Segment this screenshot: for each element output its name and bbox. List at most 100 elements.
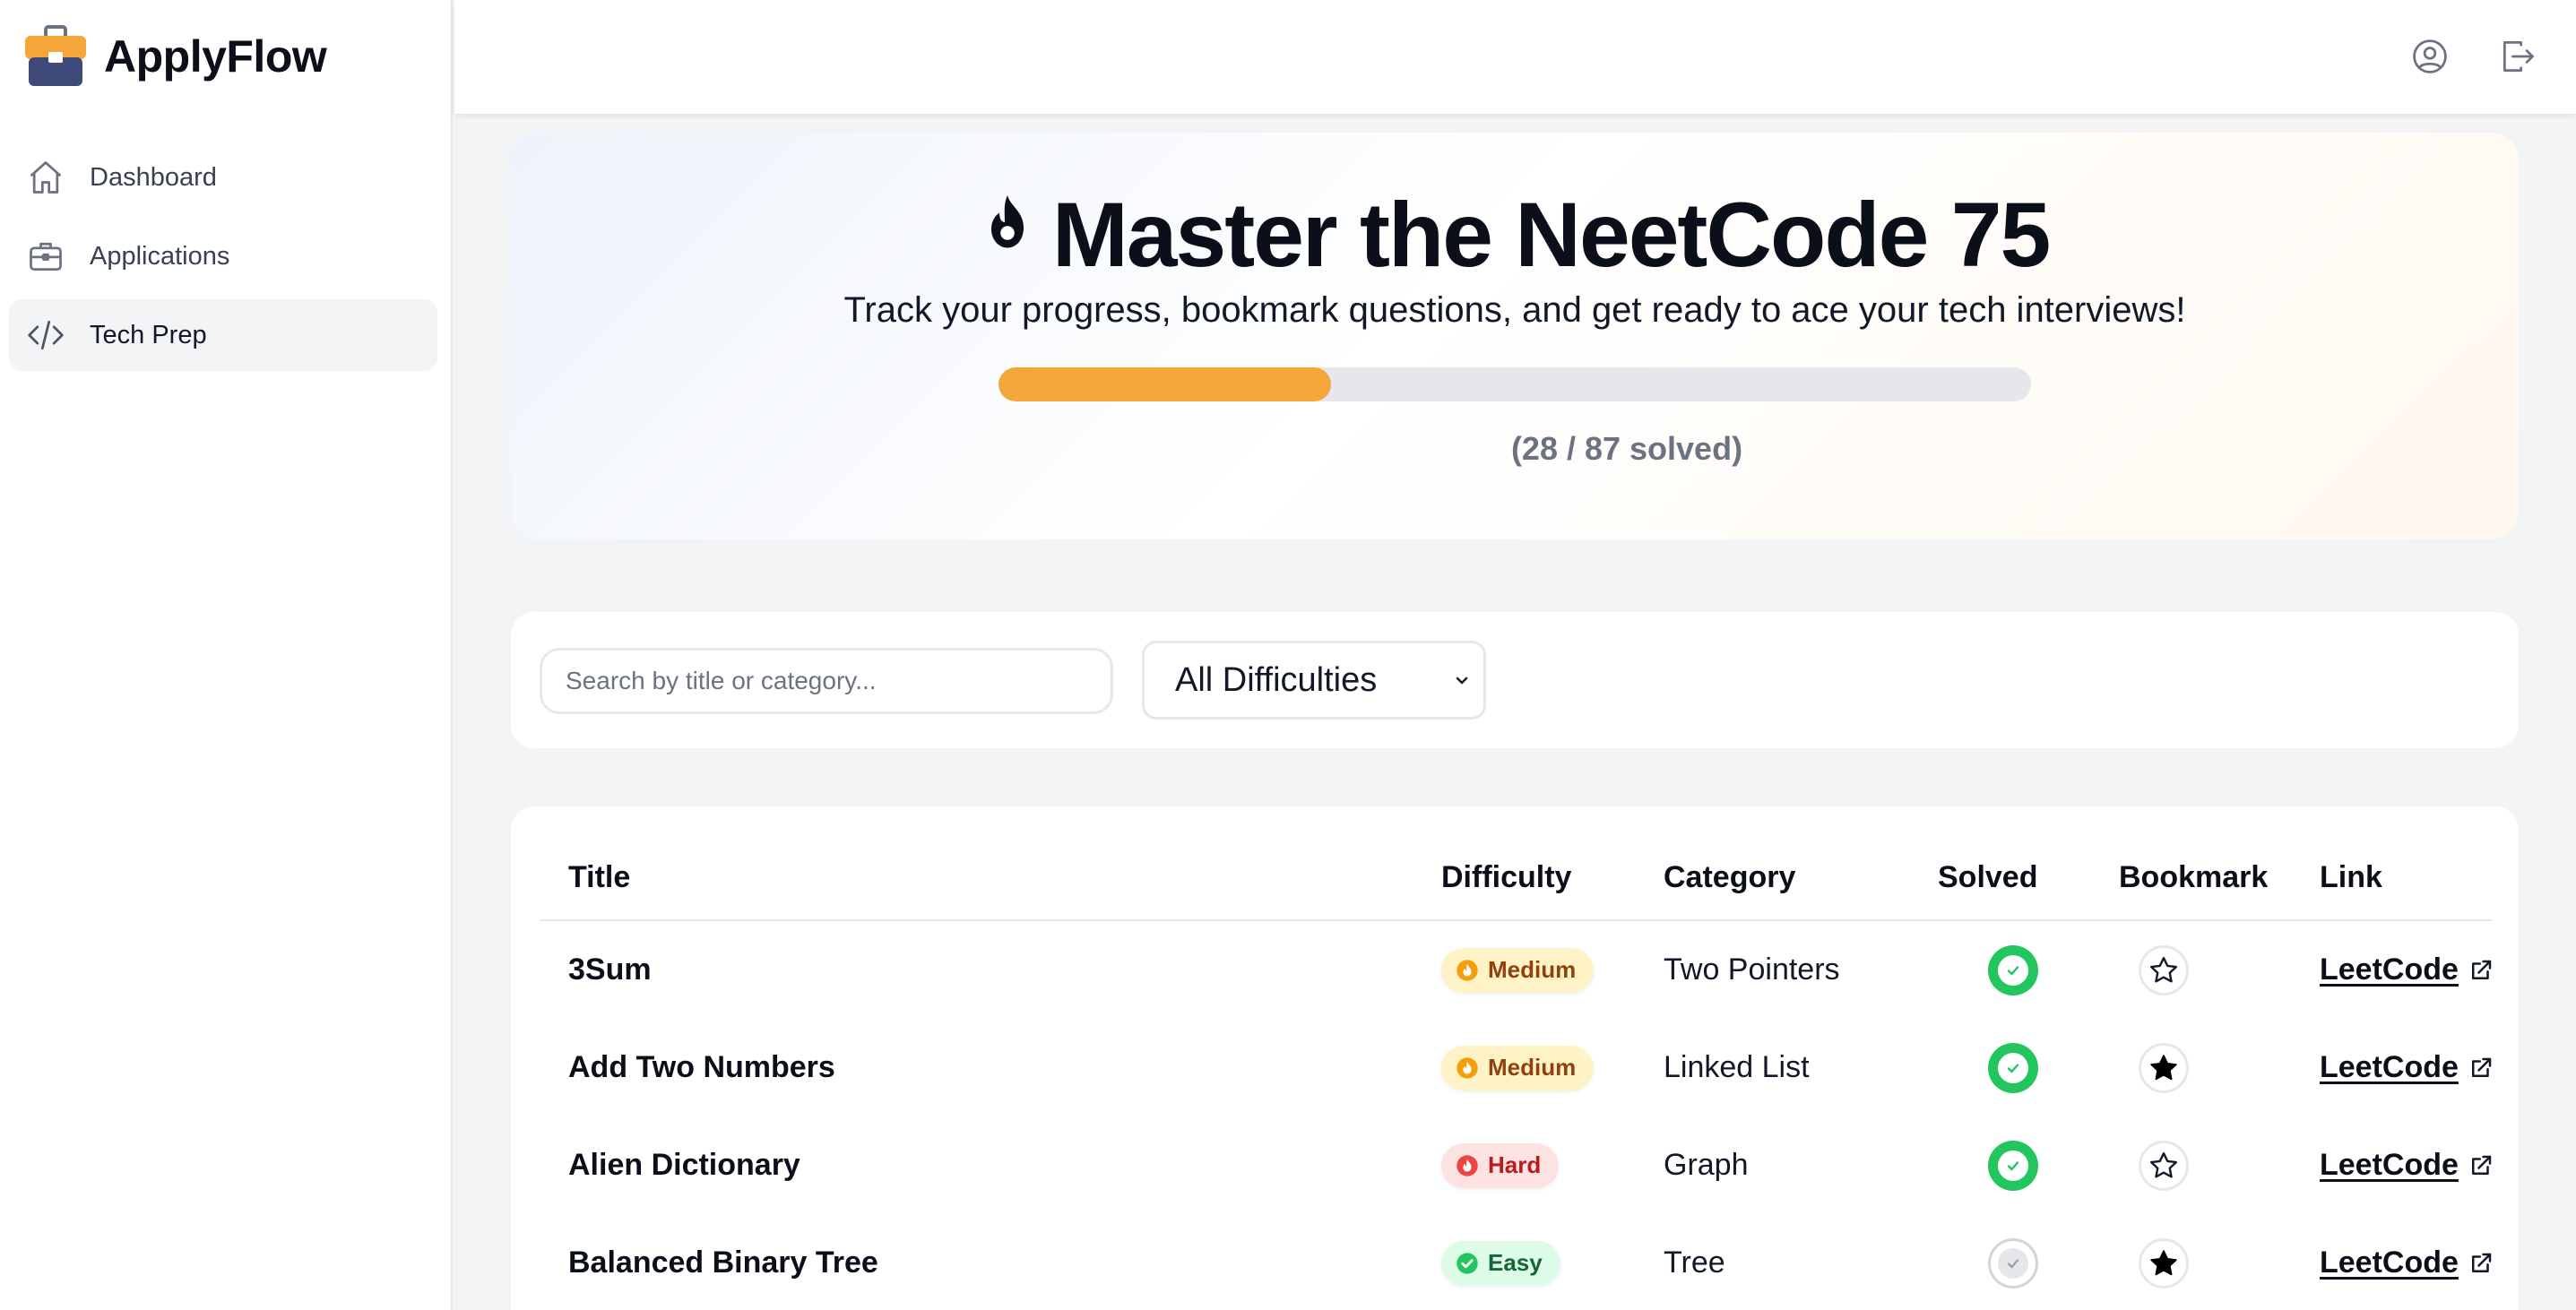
bookmark-cell (2139, 1214, 2189, 1310)
solved-cell (1988, 1214, 2038, 1310)
fire-icon (990, 194, 1024, 247)
difficulty-badge: Medium (1441, 1045, 1595, 1090)
header-link[interactable]: Link (2320, 860, 2382, 895)
hero-card: Master the NeetCode 75 Track your progre… (511, 133, 2519, 539)
check-icon (2007, 965, 2019, 975)
solved-cell (1988, 1019, 2038, 1116)
leetcode-link[interactable]: LeetCode (2320, 952, 2494, 987)
category-cell: Linked List (1664, 1050, 1810, 1084)
progress-fill (998, 367, 1331, 401)
difficulty-select-value: All Difficulties (1175, 660, 1378, 699)
difficulty-badge: Medium (1441, 947, 1595, 993)
hero-title-text: Master the NeetCode 75 (1051, 184, 2051, 286)
solved-indicator (1998, 954, 2028, 986)
logout-icon[interactable] (2497, 36, 2538, 77)
category-cell: Graph (1664, 1148, 1749, 1182)
solved-indicator (1998, 1150, 2028, 1181)
hero-subtitle: Track your progress, bookmark questions,… (843, 290, 2186, 330)
solved-indicator (1998, 1247, 2028, 1279)
table-row: Add Two Numbers Medium Linked List LeetCode (540, 1019, 2492, 1116)
external-link-icon (2471, 960, 2492, 979)
sidebar-item-dashboard[interactable]: Dashboard (9, 142, 437, 213)
sidebar: ApplyFlow Dashboard Applications Tech Pr… (0, 0, 453, 1310)
leetcode-link[interactable]: LeetCode (2320, 1245, 2494, 1280)
filter-card: All Difficulties (511, 612, 2519, 748)
question-title: Balanced Binary Tree (568, 1245, 878, 1280)
link-cell: LeetCode (2320, 921, 2494, 1019)
flame-icon (1457, 1154, 1478, 1176)
link-label: LeetCode (2320, 1148, 2459, 1182)
solved-cell (1988, 921, 2038, 1019)
sidebar-item-tech-prep[interactable]: Tech Prep (9, 299, 437, 371)
bookmark-cell (2139, 1116, 2189, 1214)
leetcode-link[interactable]: LeetCode (2320, 1148, 2494, 1183)
table-row: 3Sum Medium Two Pointers LeetCode (540, 921, 2492, 1019)
difficulty-cell: Easy (1441, 1214, 1560, 1310)
category-cell: Two Pointers (1664, 952, 1840, 987)
link-cell: LeetCode (2320, 1019, 2494, 1116)
check-icon (2007, 1258, 2019, 1268)
question-title: Add Two Numbers (568, 1050, 835, 1084)
external-link-icon (2471, 1253, 2492, 1272)
difficulty-cell: Medium (1441, 921, 1595, 1019)
difficulty-cell: Medium (1441, 1019, 1595, 1116)
bookmark-button[interactable] (2139, 1237, 2189, 1288)
solved-toggle[interactable] (1988, 944, 2038, 995)
bookmark-button[interactable] (2139, 1140, 2189, 1191)
user-circle-icon[interactable] (2409, 36, 2451, 77)
star-outline-icon (2150, 1151, 2177, 1177)
header-bookmark[interactable]: Bookmark (2119, 860, 2268, 895)
briefcase-logo-icon (25, 25, 86, 86)
flame-icon (1457, 959, 1478, 981)
briefcase-icon (25, 236, 66, 277)
star-filled-icon (2150, 1249, 2177, 1275)
solved-toggle[interactable] (1988, 1042, 2038, 1093)
table-row: Balanced Binary Tree Easy Tree LeetCode (540, 1214, 2492, 1310)
bookmark-button[interactable] (2139, 1042, 2189, 1093)
leetcode-link[interactable]: LeetCode (2320, 1050, 2494, 1085)
star-filled-icon (2150, 1054, 2177, 1080)
external-link-icon (2471, 1155, 2492, 1175)
difficulty-select[interactable]: All Difficulties (1142, 641, 1486, 720)
header-category[interactable]: Category (1664, 860, 1795, 895)
difficulty-badge: Easy (1441, 1240, 1560, 1286)
solved-toggle[interactable] (1988, 1237, 2038, 1288)
star-outline-icon (2150, 956, 2177, 982)
header-difficulty[interactable]: Difficulty (1441, 860, 1571, 895)
progress-bar (998, 367, 2031, 401)
difficulty-label: Hard (1488, 1151, 1542, 1178)
sidebar-item-label: Dashboard (90, 162, 217, 192)
difficulty-label: Easy (1488, 1249, 1543, 1276)
bookmark-cell (2139, 1019, 2189, 1116)
difficulty-label: Medium (1488, 1054, 1577, 1081)
link-label: LeetCode (2320, 952, 2459, 987)
link-label: LeetCode (2320, 1245, 2459, 1280)
header-title[interactable]: Title (568, 860, 630, 895)
difficulty-cell: Hard (1441, 1116, 1560, 1214)
chevron-down-icon (1456, 677, 1468, 685)
header-solved[interactable]: Solved (1938, 860, 2037, 895)
difficulty-label: Medium (1488, 956, 1577, 983)
bookmark-cell (2139, 921, 2189, 1019)
code-icon (25, 315, 66, 356)
table-header: Title Difficulty Category Solved Bookmar… (540, 806, 2492, 921)
question-title: 3Sum (568, 952, 652, 987)
hero-title: Master the NeetCode 75 (511, 183, 2519, 288)
check-icon (2007, 1063, 2019, 1073)
questions-table: Title Difficulty Category Solved Bookmar… (511, 806, 2519, 1310)
search-input[interactable] (540, 648, 1113, 714)
link-cell: LeetCode (2320, 1214, 2494, 1310)
flame-icon (1457, 1056, 1478, 1079)
brand-name: ApplyFlow (104, 31, 327, 82)
sidebar-nav: Dashboard Applications Tech Prep (9, 142, 437, 378)
external-link-icon (2471, 1057, 2492, 1077)
sidebar-item-applications[interactable]: Applications (9, 220, 437, 292)
brand[interactable]: ApplyFlow (23, 25, 327, 88)
table-row: Alien Dictionary Hard Graph LeetCode (540, 1116, 2492, 1214)
solved-toggle[interactable] (1988, 1140, 2038, 1191)
check-circle-icon (1457, 1252, 1478, 1274)
bookmark-button[interactable] (2139, 944, 2189, 995)
home-icon (25, 157, 66, 198)
solved-cell (1988, 1116, 2038, 1214)
sidebar-item-label: Applications (90, 241, 230, 271)
